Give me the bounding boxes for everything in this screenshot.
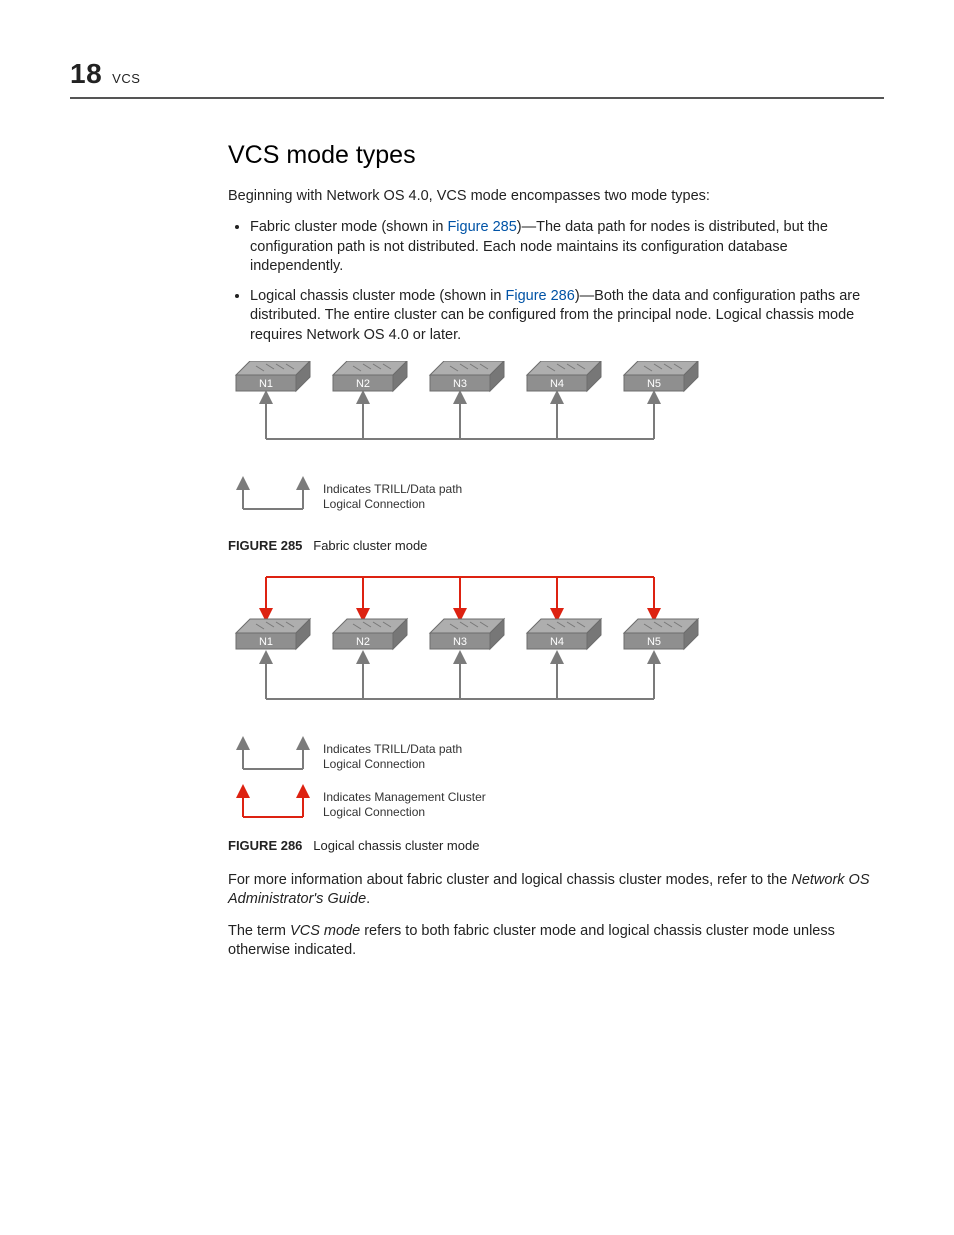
node-label: N4 xyxy=(550,378,564,390)
node-label: N2 xyxy=(356,378,370,390)
node-label: N1 xyxy=(259,378,273,390)
list-text: Logical chassis cluster mode (shown in xyxy=(250,288,505,304)
node-label: N2 xyxy=(356,636,370,648)
chapter-number: 18 xyxy=(70,55,102,93)
figure-285: N1 N2 N3 N4 N5 xyxy=(228,361,884,555)
legend-text: Logical Connection xyxy=(323,757,425,771)
node-label: N1 xyxy=(259,636,273,648)
figure-caption: FIGURE 285 Fabric cluster mode xyxy=(228,537,884,555)
legend-text: Indicates TRILL/Data path xyxy=(323,742,462,756)
legend-text: Logical Connection xyxy=(323,497,425,511)
intro-paragraph: Beginning with Network OS 4.0, VCS mode … xyxy=(228,187,884,207)
node-label: N3 xyxy=(453,636,467,648)
node-label: N4 xyxy=(550,636,564,648)
content-area: VCS mode types Beginning with Network OS… xyxy=(228,139,884,961)
figure-caption-text: Fabric cluster mode xyxy=(313,538,427,553)
figure-286: N1 N2 N3 N4 N5 xyxy=(228,571,884,855)
page-header: 18 VCS xyxy=(70,55,884,99)
legend-text: Indicates Management Cluster xyxy=(323,790,486,804)
list-item: Logical chassis cluster mode (shown in F… xyxy=(250,287,884,346)
node-label: N5 xyxy=(647,636,661,648)
chapter-title: VCS xyxy=(112,70,140,88)
node-label: N5 xyxy=(647,378,661,390)
node-label: N3 xyxy=(453,378,467,390)
legend-text: Indicates TRILL/Data path xyxy=(323,482,462,496)
figure-link[interactable]: Figure 285 xyxy=(447,219,516,235)
figure-label: FIGURE 285 xyxy=(228,538,302,553)
section-heading: VCS mode types xyxy=(228,139,884,173)
body-paragraph: For more information about fabric cluste… xyxy=(228,871,884,910)
diagram-logical-chassis: N1 N2 N3 N4 N5 xyxy=(228,571,708,831)
figure-link[interactable]: Figure 286 xyxy=(505,288,574,304)
mode-types-list: Fabric cluster mode (shown in Figure 285… xyxy=(228,218,884,345)
diagram-fabric-cluster: N1 N2 N3 N4 N5 xyxy=(228,361,708,531)
term: VCS mode xyxy=(290,923,360,939)
list-item: Fabric cluster mode (shown in Figure 285… xyxy=(250,218,884,277)
list-text: Fabric cluster mode (shown in xyxy=(250,219,447,235)
figure-caption: FIGURE 286 Logical chassis cluster mode xyxy=(228,837,884,855)
figure-caption-text: Logical chassis cluster mode xyxy=(313,838,479,853)
legend-text: Logical Connection xyxy=(323,805,425,819)
figure-label: FIGURE 286 xyxy=(228,838,302,853)
body-paragraph: The term VCS mode refers to both fabric … xyxy=(228,922,884,961)
